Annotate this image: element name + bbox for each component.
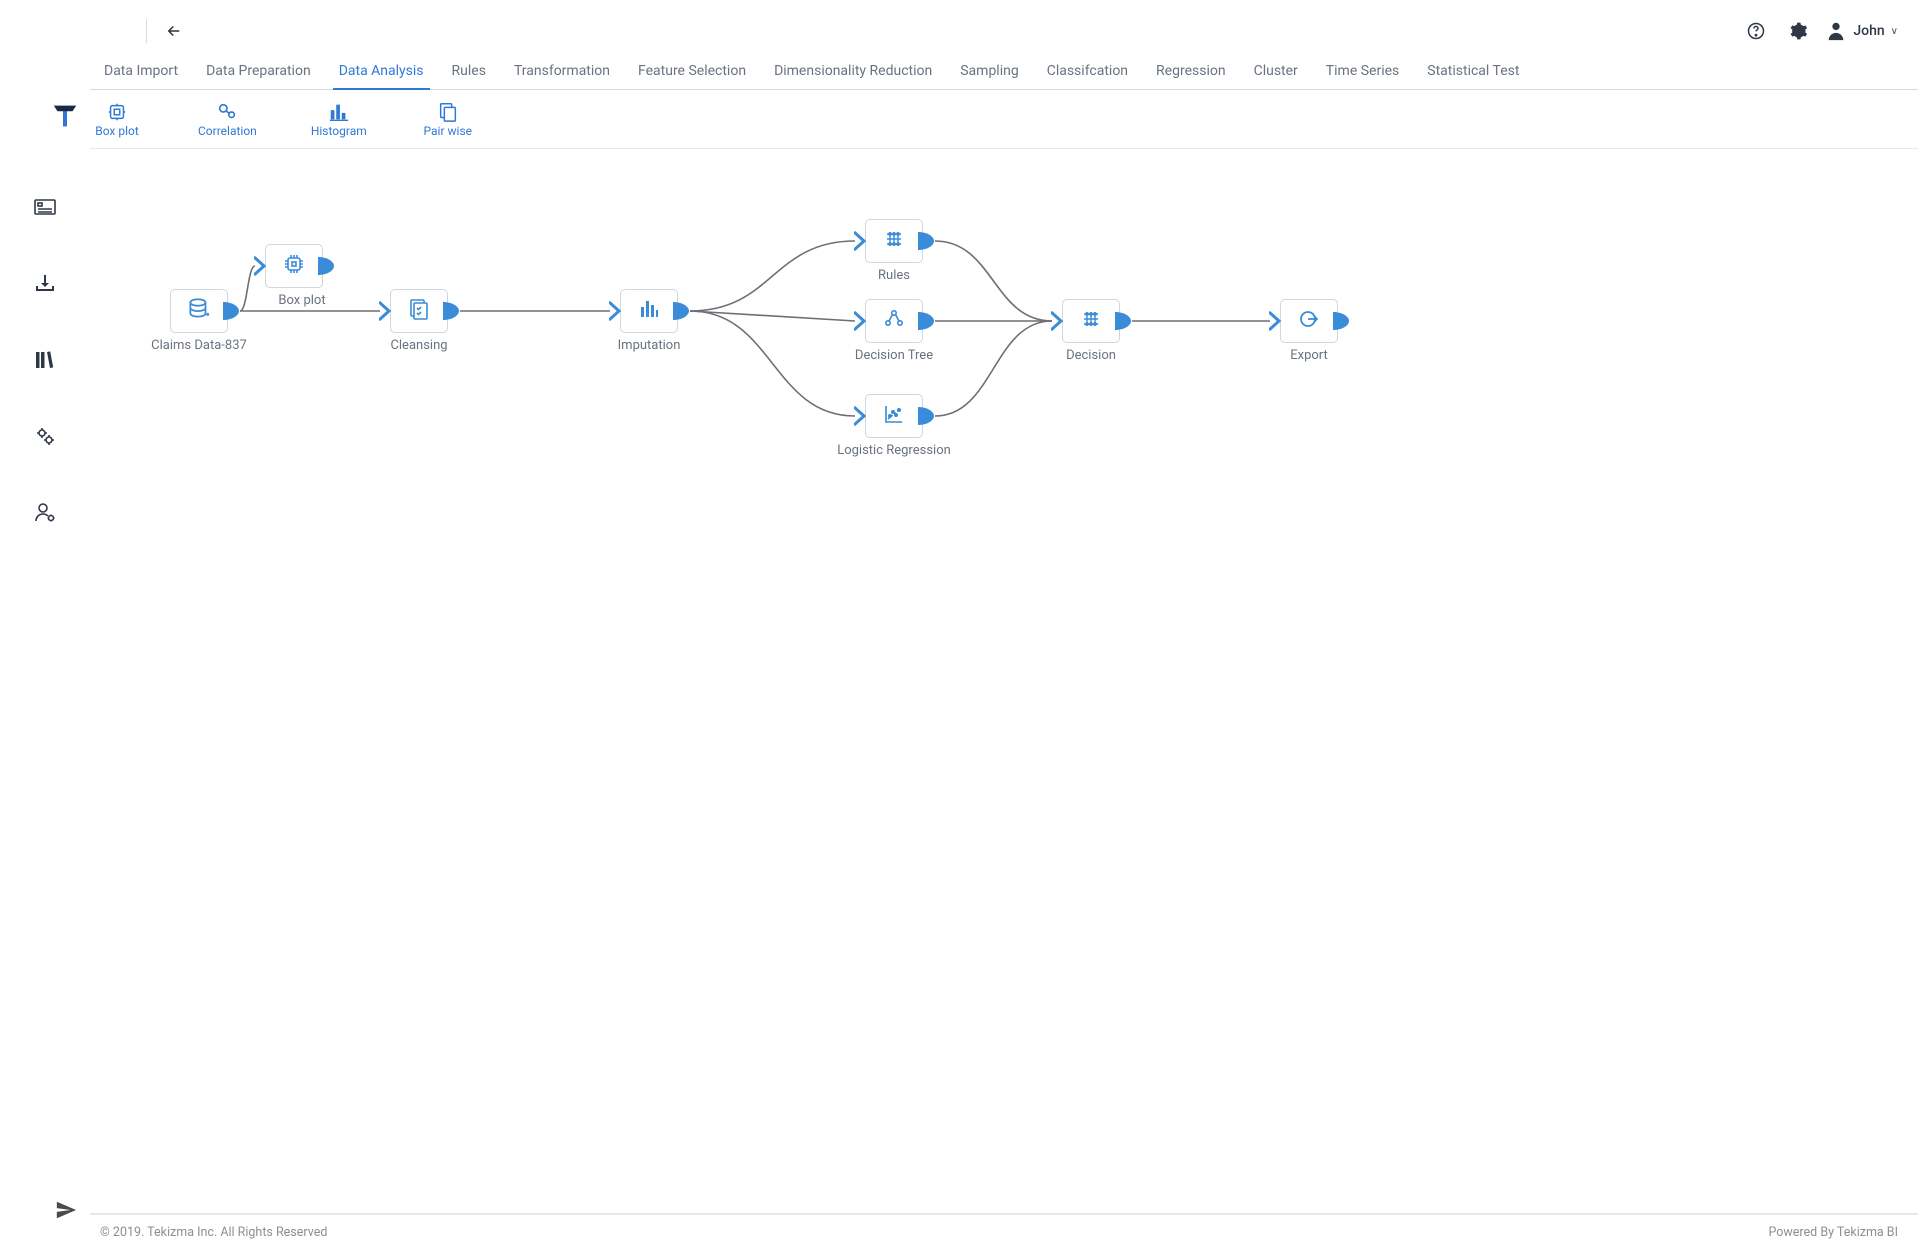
node-label: Logistic Regression — [837, 443, 951, 458]
edge-rules-decision — [935, 241, 1052, 321]
tool-box-plot[interactable]: Box plot — [90, 100, 144, 138]
tab-bar: Data ImportData PreparationData Analysis… — [90, 54, 1918, 90]
node-boxplot[interactable]: Box plot — [265, 244, 323, 288]
export-icon — [1295, 307, 1323, 335]
user-menu[interactable]: John ∨ — [1825, 20, 1898, 42]
node-label: Claims Data-837 — [151, 338, 247, 353]
node-cleanse[interactable]: Cleansing — [390, 289, 448, 333]
tab-regression[interactable]: Regression — [1142, 63, 1240, 89]
node-rules[interactable]: Rules — [865, 219, 923, 263]
node-impute[interactable]: Imputation — [620, 289, 678, 333]
back-button[interactable] — [157, 14, 191, 48]
sidebar-item-download[interactable] — [25, 264, 65, 304]
tab-transformation[interactable]: Transformation — [500, 63, 624, 89]
node-dtree[interactable]: Decision Tree — [865, 299, 923, 343]
workflow-canvas[interactable]: Claims Data-837 Box plot Cleansing Imputati… — [90, 149, 1918, 1213]
edge-impute-dtree — [690, 311, 855, 321]
edge-claims-boxplot — [240, 266, 255, 311]
port-out — [918, 311, 934, 331]
node-label: Rules — [878, 268, 910, 283]
edge-logreg-decision — [935, 321, 1052, 416]
sidebar-item-library[interactable] — [25, 340, 65, 380]
tab-feature-selection[interactable]: Feature Selection — [624, 63, 760, 89]
port-out — [318, 256, 334, 276]
tab-data-import[interactable]: Data Import — [90, 63, 192, 89]
port-in — [379, 301, 395, 321]
node-decision[interactable]: Decision — [1062, 299, 1120, 343]
port-out — [223, 301, 239, 321]
footer-powered: Powered By Tekizma BI — [1768, 1225, 1898, 1240]
node-logreg[interactable]: Logistic Regression — [865, 394, 923, 438]
port-in — [1051, 311, 1067, 331]
node-label: Cleansing — [390, 338, 447, 353]
divider — [146, 19, 147, 43]
app-logo — [50, 100, 80, 130]
footer: © 2019. Tekizma Inc. All Rights Reserved… — [90, 1213, 1918, 1250]
node-label: Decision Tree — [855, 348, 933, 363]
correlation-icon — [213, 100, 241, 124]
tab-data-analysis[interactable]: Data Analysis — [325, 63, 438, 89]
help-icon[interactable] — [1741, 16, 1771, 46]
topbar: John ∨ — [90, 0, 1918, 54]
sidebar-item-workspace[interactable] — [25, 188, 65, 228]
tab-cluster[interactable]: Cluster — [1240, 63, 1312, 89]
tool-row: Box plot Correlation Histogram Pair wise — [90, 90, 1918, 149]
chip-icon — [280, 252, 308, 280]
sidebar-item-settings[interactable] — [25, 416, 65, 456]
port-in — [854, 406, 870, 426]
grid-icon — [1077, 307, 1105, 335]
boxplot-icon — [103, 100, 131, 124]
node-label: Box plot — [278, 293, 325, 308]
user-name: John — [1853, 23, 1884, 39]
port-out — [1333, 311, 1349, 331]
tab-rules[interactable]: Rules — [438, 63, 500, 89]
settings-icon[interactable] — [1783, 16, 1813, 46]
sidebar — [0, 0, 90, 1250]
bars-icon — [635, 297, 663, 325]
pairwise-icon — [434, 100, 462, 124]
tab-dimensionality-reduction[interactable]: Dimensionality Reduction — [760, 63, 946, 89]
port-in — [854, 231, 870, 251]
port-in — [1269, 311, 1285, 331]
node-label: Export — [1290, 348, 1328, 363]
port-out — [443, 301, 459, 321]
checklist-icon — [405, 297, 433, 325]
tool-histogram[interactable]: Histogram — [311, 100, 367, 138]
tool-pair-wise[interactable]: Pair wise — [421, 100, 475, 138]
port-out — [918, 406, 934, 426]
edge-impute-rules — [690, 241, 855, 311]
port-in — [609, 301, 625, 321]
port-out — [1115, 311, 1131, 331]
grid-icon — [880, 227, 908, 255]
tab-statistical-test[interactable]: Statistical Test — [1413, 63, 1533, 89]
chevron-down-icon: ∨ — [1891, 26, 1898, 37]
tab-sampling[interactable]: Sampling — [946, 63, 1032, 89]
port-in — [254, 256, 270, 276]
sidebar-item-account[interactable] — [25, 492, 65, 532]
port-out — [918, 231, 934, 251]
tab-classifcation[interactable]: Classifcation — [1033, 63, 1142, 89]
node-export[interactable]: Export — [1280, 299, 1338, 343]
tool-correlation[interactable]: Correlation — [198, 100, 257, 138]
tree-icon — [880, 307, 908, 335]
node-label: Decision — [1066, 348, 1116, 363]
footer-copyright: © 2019. Tekizma Inc. All Rights Reserved — [100, 1225, 327, 1240]
edge-impute-logreg — [690, 311, 855, 416]
tab-data-preparation[interactable]: Data Preparation — [192, 63, 325, 89]
port-out — [673, 301, 689, 321]
tab-time-series[interactable]: Time Series — [1312, 63, 1413, 89]
send-button[interactable] — [48, 1192, 84, 1228]
database-icon — [184, 296, 214, 326]
node-label: Imputation — [618, 338, 681, 353]
port-in — [854, 311, 870, 331]
histogram-icon — [325, 100, 353, 124]
node-claims[interactable]: Claims Data-837 — [170, 289, 228, 333]
scatter-icon — [880, 402, 908, 430]
